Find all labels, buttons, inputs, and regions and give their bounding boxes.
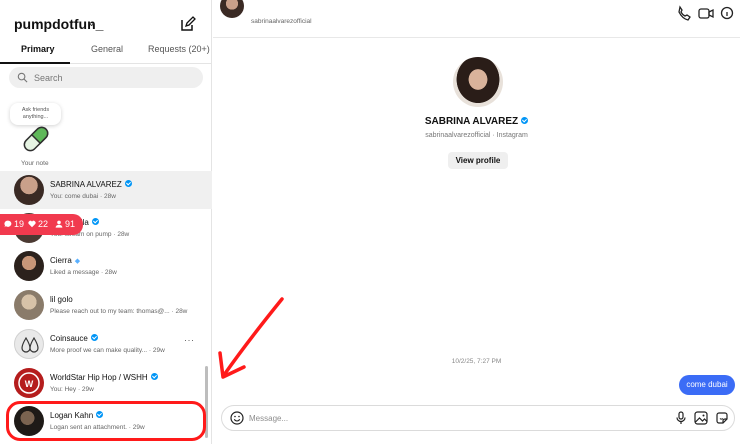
avatar: W [14,368,44,398]
tab-general[interactable]: General [91,44,123,54]
profile-name: SABRINA ALVAREZ [213,116,740,127]
likes-count: 22 [28,219,48,229]
heart-icon [28,220,36,228]
worldstar-logo-icon: W [18,372,40,394]
conversation-item[interactable]: Coinsauce More proof we can make quality… [0,325,212,363]
conversation-name: Coinsauce [50,334,98,343]
info-icon[interactable] [720,6,734,20]
mic-icon[interactable] [675,411,687,425]
sidebar-scrollbar[interactable] [205,366,208,438]
avatar [14,329,44,359]
drops-icon [21,336,39,353]
video-icon[interactable] [698,8,714,19]
search-bar[interactable] [9,67,203,88]
comments-count: 19 [4,219,24,229]
avatar [14,175,44,205]
followers-count: 91 [55,219,75,229]
conversation-item[interactable]: W WorldStar Hip Hop / WSHH You: Hey · 29… [0,364,212,402]
header-username[interactable]: sabrinaalvarezofficial [251,18,312,25]
avatar[interactable] [220,0,244,18]
compose-icon[interactable] [180,16,196,32]
conversation-item[interactable]: Cierra ◆ Liked a message · 28w [0,247,212,285]
search-input[interactable] [34,67,194,88]
avatar [14,290,44,320]
chat-panel: sabrinaalvarezofficial SABRINA ALVAREZ s… [213,0,740,444]
conversation-preview: More proof we can make quality... · 29w [50,347,165,354]
sticker-icon[interactable] [715,411,729,425]
inbox-tabs: Primary General Requests (20+) [0,40,212,64]
comment-icon [4,220,12,228]
account-switcher[interactable]: pumpdotfun_ ⌄ [0,10,212,38]
conversation-item[interactable]: lil golo Please reach out to my team: th… [0,286,212,324]
conversation-item[interactable]: Logan Kahn Logan sent an attachment. · 2… [0,402,212,440]
conversation-preview: Liked a message · 28w [50,269,117,276]
conversation-name: SABRINA ALVAREZ [50,180,132,189]
svg-text:W: W [25,379,34,389]
more-options-icon[interactable]: ··· [184,335,195,345]
conversation-item[interactable]: SABRINA ALVAREZ You: come dubai · 28w [0,171,212,209]
tab-primary[interactable]: Primary [21,44,55,54]
person-icon [55,220,63,228]
chat-header: sabrinaalvarezofficial [213,0,740,38]
header-actions [678,5,734,21]
search-icon [17,72,28,83]
tab-requests[interactable]: Requests (20+) [148,44,210,54]
verified-badge-icon [90,334,98,341]
conversation-name: Logan Kahn [50,411,104,420]
note-label: Your note [21,160,49,167]
conversation-name: lil golo [50,295,73,304]
conversation-preview: Logan sent an attachment. · 29w [50,424,145,431]
verified-badge-icon [521,117,529,124]
view-profile-button[interactable]: View profile [448,152,508,169]
conversation-name: Cierra ◆ [50,256,81,265]
tab-active-indicator [0,62,70,64]
emoji-icon[interactable] [230,411,244,425]
verified-badge-icon [96,411,104,418]
verified-badge-icon [124,180,132,187]
conversation-name: WorldStar Hip Hop / WSHH [50,373,158,382]
message-input[interactable] [249,406,649,430]
pill-icon[interactable] [18,122,54,156]
image-icon[interactable] [694,411,708,425]
message-timestamp: 10/2/25, 7:27 PM [451,358,502,365]
avatar [14,406,44,436]
diamond-icon: ◆ [74,258,81,265]
conversation-preview: You: come dubai · 28w [50,193,116,200]
activity-notifications[interactable]: 19 22 91 [0,214,83,235]
conversation-preview: You: Hey · 29w [50,386,94,393]
message-composer [221,405,735,431]
verified-badge-icon [91,218,99,225]
chevron-down-icon[interactable]: ⌄ [87,16,96,29]
phone-icon[interactable] [678,5,691,21]
profile-subtitle: sabrinaalvarezofficial · Instagram [425,132,528,139]
conversation-preview: Please reach out to my team: thomas@... … [50,308,188,315]
outgoing-message[interactable]: come dubai [679,375,735,395]
profile-avatar[interactable] [453,57,503,107]
avatar [14,251,44,281]
verified-badge-icon [150,373,158,380]
